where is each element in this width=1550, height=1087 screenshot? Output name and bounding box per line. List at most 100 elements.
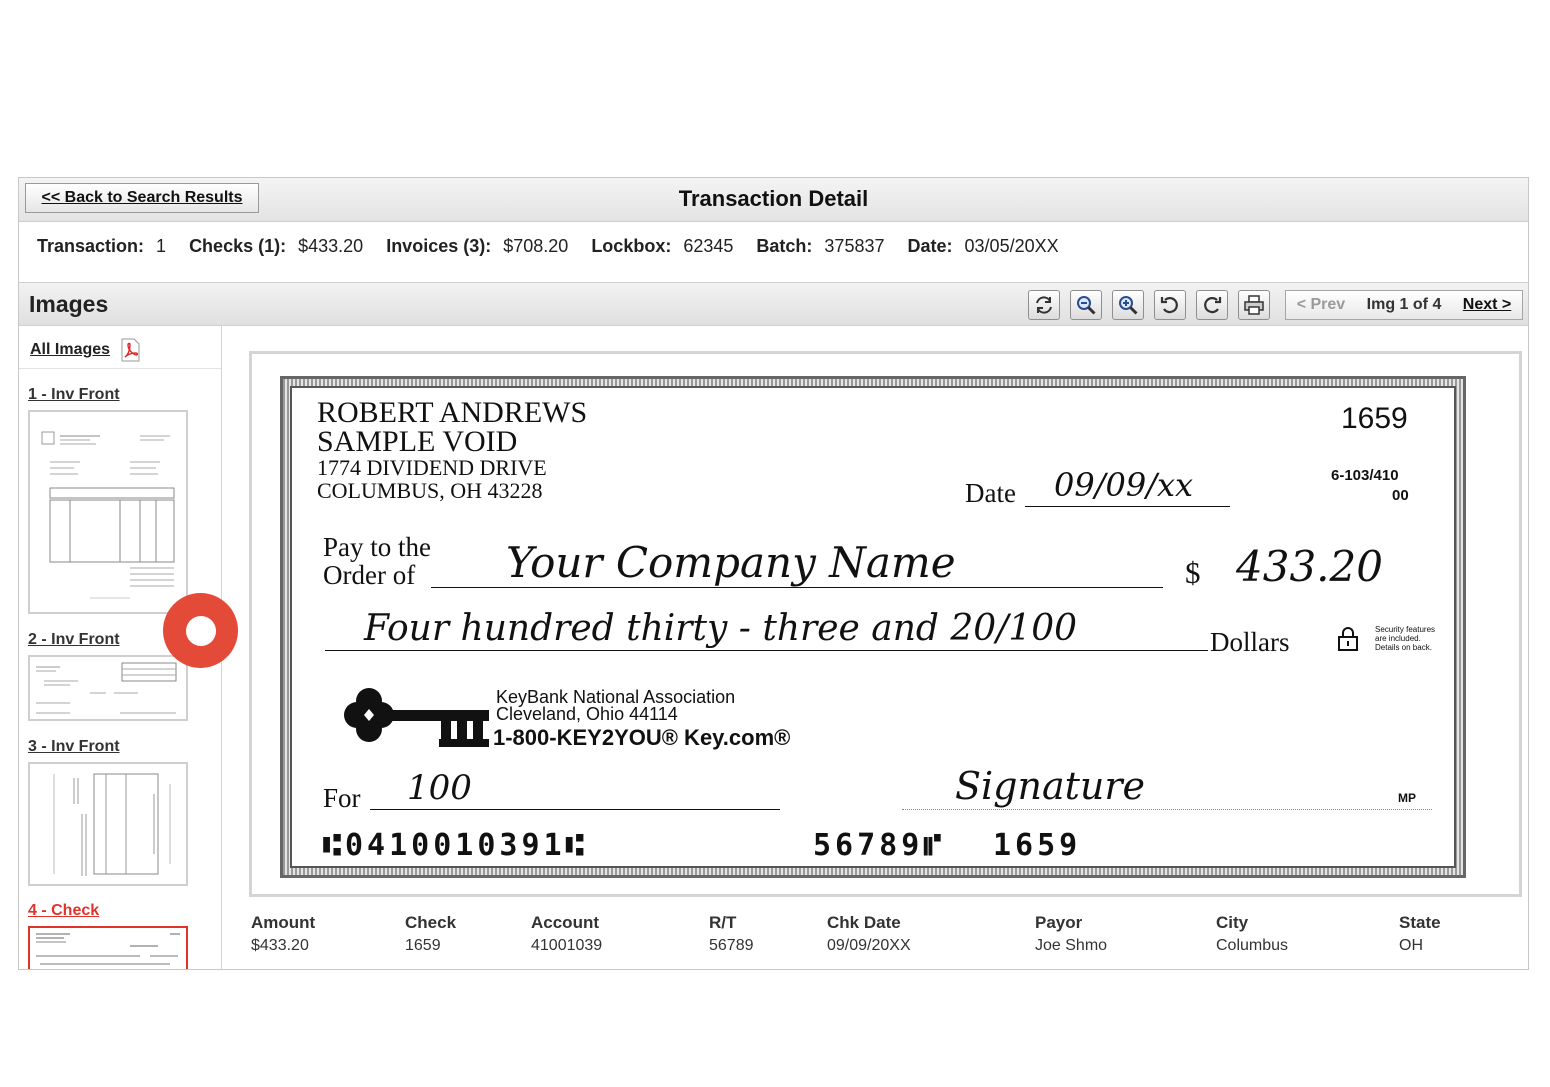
- memo-line: [370, 809, 780, 810]
- transaction-summary: Transaction: 1 Checks (1): $433.20 Invoice…: [37, 236, 1077, 257]
- transaction-label: Transaction:: [37, 236, 145, 256]
- images-heading: Images: [29, 291, 109, 317]
- thumbnail-4-check[interactable]: [28, 926, 188, 969]
- panel-header: << Back to Search Results Transaction De…: [19, 178, 1528, 222]
- check-number: 1659: [1341, 402, 1408, 435]
- detail-check: Check 1659: [405, 913, 456, 955]
- transaction-detail-panel: << Back to Search Results Transaction De…: [18, 177, 1529, 970]
- checks-label: Checks (1):: [189, 236, 287, 256]
- detail-check-date: Chk Date 09/09/20XX: [827, 913, 911, 955]
- batch-label: Batch:: [756, 236, 813, 256]
- zoom-out-button[interactable]: [1070, 290, 1102, 320]
- rotate-right-button[interactable]: [1196, 290, 1228, 320]
- thumbnail-1-invoice-front[interactable]: [28, 410, 188, 614]
- thumb-label-1[interactable]: 1 - Inv Front: [28, 386, 120, 404]
- image-pager: < Prev Img 1 of 4 Next >: [1285, 290, 1523, 320]
- security-note: Security features are included. Details …: [1375, 625, 1436, 652]
- signature-handwritten: Signature: [955, 764, 1146, 808]
- lockbox-value: 62345: [683, 236, 734, 256]
- all-images-label: All Images: [30, 341, 111, 358]
- micr-account: 56789⑈: [813, 828, 946, 863]
- detail-header: Payor: [1035, 913, 1083, 932]
- detail-header: R/T: [709, 913, 737, 932]
- detail-rt: R/T 56789: [709, 913, 754, 955]
- date-line: [1025, 506, 1230, 507]
- detail-amount: Amount $433.20: [251, 913, 315, 955]
- routing-fraction-bottom: 00: [1392, 487, 1409, 504]
- invoices-label: Invoices (3):: [386, 236, 492, 256]
- rotate-left-icon: [1160, 297, 1178, 314]
- date-label: Date: [965, 478, 1016, 508]
- payee-line: [431, 587, 1163, 588]
- detail-payor: Payor Joe Shmo: [1035, 913, 1107, 955]
- bank-phone: 1-800-KEY2YOU® Key.com®: [493, 725, 791, 750]
- invoice-thumbnail-image: [36, 662, 177, 714]
- signature-line: [902, 809, 1432, 810]
- sidebar-divider: [19, 368, 221, 369]
- invoices-value: $708.20: [503, 236, 569, 256]
- check-thumbnail-image: [36, 933, 180, 965]
- thumb-label-4[interactable]: 4 - Check: [28, 902, 99, 920]
- thumbnail-2-invoice-front[interactable]: [28, 655, 188, 721]
- detail-account: Account 41001039: [531, 913, 602, 955]
- mp-mark: MP: [1398, 791, 1416, 805]
- date-label: Date:: [907, 236, 953, 256]
- next-image-button[interactable]: Next >: [1463, 296, 1511, 314]
- detail-value: 41001039: [531, 937, 603, 954]
- detail-value: 1659: [405, 937, 441, 954]
- zoom-out-icon: [1077, 296, 1096, 315]
- images-toolbar: Images < Prev Img 1 of 4 Next >: [19, 282, 1528, 326]
- check-image-viewer[interactable]: ROBERT ANDREWS SAMPLE VOID 1774 DIVIDEND…: [249, 351, 1522, 897]
- rotate-right-icon: [1204, 297, 1222, 314]
- check-image: ROBERT ANDREWS SAMPLE VOID 1774 DIVIDEND…: [280, 376, 1466, 878]
- all-images-link[interactable]: All Images: [30, 338, 142, 362]
- marker-center: [185, 615, 216, 646]
- check-address-line2: COLUMBUS, OH 43228: [317, 478, 543, 503]
- bank-city: Cleveland, Ohio 44114: [496, 704, 678, 724]
- invoice-thumbnail-image: [53, 773, 171, 876]
- prev-image-button[interactable]: < Prev: [1297, 296, 1345, 314]
- image-count: Img 1 of 4: [1366, 296, 1442, 313]
- detail-header: Check: [405, 913, 457, 932]
- detail-header: State: [1399, 913, 1441, 932]
- batch-value: 375837: [824, 236, 885, 256]
- rotate-left-button[interactable]: [1154, 290, 1186, 320]
- lockbox-label: Lockbox:: [591, 236, 672, 256]
- detail-header: City: [1216, 913, 1249, 932]
- payee-handwritten: Your Company Name: [506, 538, 956, 587]
- detail-value: Columbus: [1216, 937, 1289, 954]
- dollars-label: Dollars: [1210, 627, 1290, 657]
- check-name-line2: SAMPLE VOID: [317, 425, 518, 458]
- date-handwritten: 09/09/xx: [1054, 466, 1194, 504]
- for-label: For: [323, 783, 361, 813]
- refresh-icon: [1036, 296, 1052, 314]
- detail-value: $433.20: [251, 937, 309, 954]
- keybank-key-logo: [344, 688, 489, 747]
- pay-to-label-line1: Pay to the: [323, 532, 431, 562]
- back-to-search-results-button[interactable]: << Back to Search Results: [25, 183, 259, 213]
- detail-city: City Columbus: [1216, 913, 1288, 955]
- print-button[interactable]: [1238, 290, 1270, 320]
- thumbnail-3-invoice-front[interactable]: [28, 762, 188, 886]
- thumb-label-2[interactable]: 2 - Inv Front: [28, 631, 120, 649]
- click-target-marker: [163, 593, 238, 668]
- micr-check-number: 1659: [993, 828, 1082, 863]
- zoom-in-icon: [1119, 296, 1138, 315]
- print-icon: [1244, 295, 1264, 315]
- routing-fraction-top: 6-103/410: [1331, 467, 1399, 484]
- dollar-sign: $: [1185, 555, 1201, 590]
- detail-header: Account: [531, 913, 599, 932]
- refresh-button[interactable]: [1028, 290, 1060, 320]
- memo-handwritten: 100: [407, 768, 472, 808]
- zoom-in-button[interactable]: [1112, 290, 1144, 320]
- detail-header: Chk Date: [827, 913, 901, 932]
- micr-routing: ⑆0410010391⑆: [323, 828, 588, 863]
- amount-words-handwritten: Four hundred thirty - three and 20/100: [364, 608, 1078, 649]
- lock-icon: [1338, 627, 1358, 651]
- checks-value: $433.20: [298, 236, 364, 256]
- pay-to-label-line2: Order of: [323, 560, 416, 590]
- detail-value: Joe Shmo: [1035, 937, 1108, 954]
- pdf-icon[interactable]: [118, 338, 142, 362]
- invoice-thumbnail-image: [41, 431, 175, 599]
- thumb-label-3[interactable]: 3 - Inv Front: [28, 738, 120, 756]
